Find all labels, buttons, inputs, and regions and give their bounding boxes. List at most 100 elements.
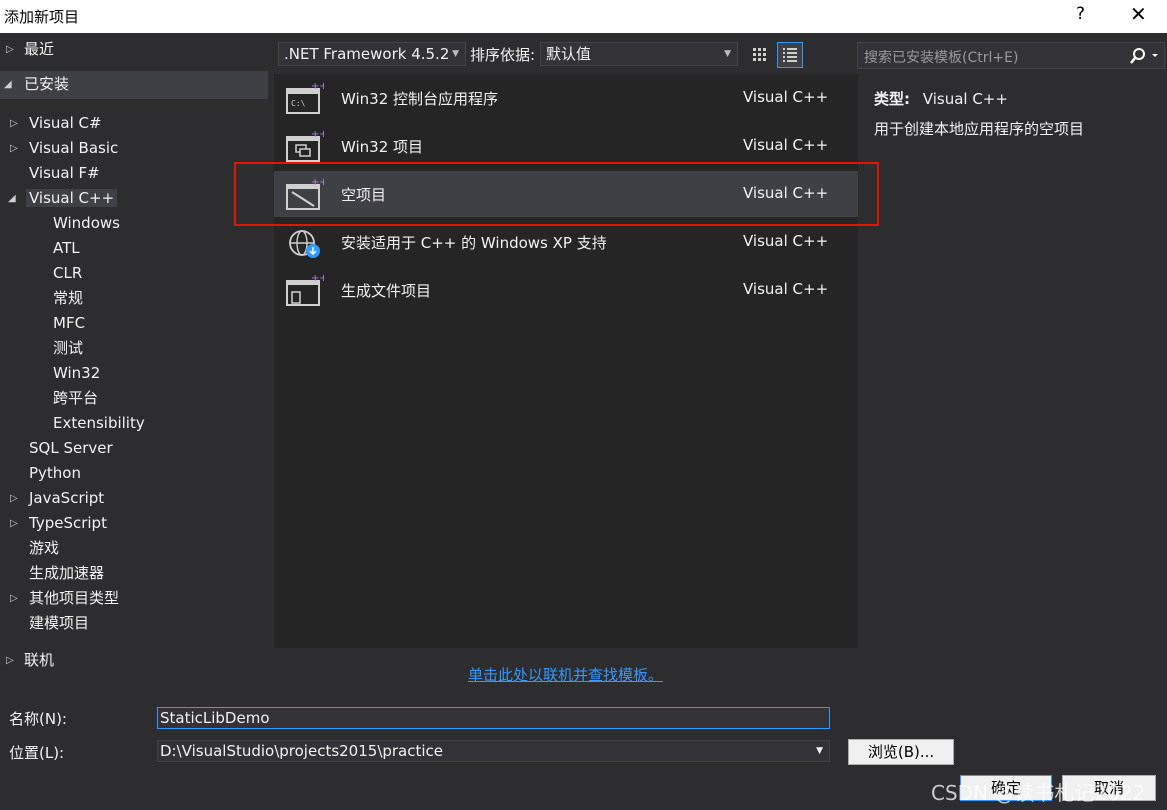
project-name-value: StaticLibDemo <box>160 709 270 727</box>
type-value: Visual C++ <box>922 90 1008 108</box>
browse-button[interactable]: 浏览(B)... <box>848 739 954 765</box>
template-row[interactable]: ++ 生成文件项目 Visual C++ <box>274 267 858 313</box>
tree-item-visual-basic[interactable]: ▷ Visual Basic <box>10 136 118 161</box>
tree-item-label: JavaScript <box>29 489 105 507</box>
grid-view-button[interactable] <box>747 42 773 68</box>
expand-arrow-icon[interactable]: ▷ <box>10 586 22 611</box>
collapse-arrow-icon[interactable]: ◢ <box>8 186 20 211</box>
framework-value: .NET Framework 4.5.2 <box>284 45 450 63</box>
category-tree: ▷ 最近 ◢ 已安装 ▷ Visual C# ▷ Visual Basic Vi… <box>0 33 268 698</box>
expand-arrow-icon[interactable]: ▷ <box>10 511 22 536</box>
find-templates-online-link[interactable]: 单击此处以联机并查找模板。 <box>468 664 663 685</box>
tree-item-typescript[interactable]: ▷ TypeScript <box>10 511 107 536</box>
template-language: Visual C++ <box>743 280 829 298</box>
tree-item-windows[interactable]: Windows <box>53 211 120 236</box>
name-label: 名称(N): <box>9 710 67 728</box>
install-xp-support-icon <box>289 230 320 258</box>
tree-item-atl[interactable]: ATL <box>53 236 80 261</box>
location-label: 位置(L): <box>9 744 65 762</box>
tree-item-clr[interactable]: CLR <box>53 261 82 286</box>
tree-item-label: ATL <box>53 239 80 257</box>
expand-arrow-icon[interactable]: ▷ <box>10 111 22 136</box>
win32-project-icon: ++ <box>286 129 324 162</box>
svg-text:++: ++ <box>311 129 324 140</box>
tree-item-javascript[interactable]: ▷ JavaScript <box>10 486 104 511</box>
tree-item-visual-cpp[interactable]: ◢ Visual C++ <box>8 186 118 211</box>
tree-item-label: Visual F# <box>29 164 100 182</box>
tree-item-cross-platform[interactable]: 跨平台 <box>53 386 98 411</box>
collapse-arrow-icon[interactable]: ◢ <box>4 72 16 97</box>
tree-item-label: CLR <box>53 264 83 282</box>
framework-dropdown[interactable]: .NET Framework 4.5.2 ▼ <box>278 42 466 66</box>
expand-arrow-icon[interactable]: ▷ <box>6 37 18 62</box>
tree-item-general[interactable]: 常规 <box>53 286 83 311</box>
search-icon[interactable] <box>1128 46 1160 66</box>
tree-item-modeling-projects[interactable]: 建模项目 <box>29 611 89 636</box>
chevron-down-icon: ▼ <box>452 49 459 59</box>
tree-installed[interactable]: ◢ 已安装 <box>4 72 69 97</box>
tree-item-label: 建模项目 <box>29 614 90 632</box>
help-button[interactable]: ? <box>1076 4 1085 24</box>
location-combobox[interactable]: D:\VisualStudio\projects2015\practice ▼ <box>157 740 830 762</box>
template-description: 用于创建本地应用程序的空项目 <box>874 120 1085 138</box>
template-name: Win32 控制台应用程序 <box>341 90 499 108</box>
chevron-down-icon[interactable]: ▼ <box>816 741 823 761</box>
tree-item-games[interactable]: 游戏 <box>29 536 59 561</box>
template-list: C:\ ++ Win32 控制台应用程序 Visual C++ ++ Win32… <box>274 74 858 648</box>
template-name: 安装适用于 C++ 的 Windows XP 支持 <box>341 234 607 252</box>
dialog-title: 添加新项目 <box>4 8 80 26</box>
tree-item-python[interactable]: Python <box>29 461 81 486</box>
template-language: Visual C++ <box>743 232 829 250</box>
tree-item-label: 测试 <box>53 339 84 357</box>
tree-item-label: Extensibility <box>53 414 145 432</box>
tree-item-extensibility[interactable]: Extensibility <box>53 411 145 436</box>
template-name: 生成文件项目 <box>341 282 432 300</box>
close-button[interactable]: ✕ <box>1130 2 1147 26</box>
sort-value: 默认值 <box>546 45 592 63</box>
watermark: CSDN @读书札记2022 <box>931 781 1146 805</box>
tree-item-label: Visual C++ <box>26 189 118 207</box>
tree-item-label: Win32 <box>53 364 101 382</box>
search-placeholder: 搜索已安装模板(Ctrl+E) <box>864 50 1019 66</box>
grid-view-icon <box>753 48 766 61</box>
tree-item-sql-server[interactable]: SQL Server <box>29 436 113 461</box>
expand-arrow-icon[interactable]: ▷ <box>10 136 22 161</box>
console-app-icon: C:\ ++ <box>286 81 324 114</box>
template-details: 类型: Visual C++ 用于创建本地应用程序的空项目 <box>874 84 1084 144</box>
tree-installed-label: 已安装 <box>24 75 70 93</box>
tree-item-other-project-types[interactable]: ▷ 其他项目类型 <box>10 586 119 611</box>
tree-item-visual-fsharp[interactable]: Visual F# <box>29 161 100 186</box>
sort-label: 排序依据: <box>470 46 536 64</box>
location-value: D:\VisualStudio\projects2015\practice <box>160 742 444 760</box>
tree-item-label: Visual Basic <box>29 139 119 157</box>
svg-text:++: ++ <box>311 273 324 284</box>
tree-item-mfc[interactable]: MFC <box>53 311 85 336</box>
project-name-input[interactable]: StaticLibDemo <box>157 707 830 729</box>
highlight-annotation-box <box>234 162 879 226</box>
template-row[interactable]: C:\ ++ Win32 控制台应用程序 Visual C++ <box>274 75 858 121</box>
tree-online[interactable]: ▷ 联机 <box>4 648 54 673</box>
tree-item-test[interactable]: 测试 <box>53 336 83 361</box>
tree-item-win32[interactable]: Win32 <box>53 361 100 386</box>
title-bar: 添加新项目 ? ✕ <box>0 0 1167 33</box>
tree-item-label: TypeScript <box>29 514 107 532</box>
tree-recent-label: 最近 <box>24 40 55 58</box>
tree-item-label: MFC <box>53 314 86 332</box>
tree-item-label: Windows <box>53 214 120 232</box>
tree-item-build-accelerator[interactable]: 生成加速器 <box>29 561 104 586</box>
tree-recent[interactable]: ▷ 最近 <box>4 37 54 62</box>
template-search-box[interactable]: 搜索已安装模板(Ctrl+E) <box>857 42 1165 69</box>
template-name: Win32 项目 <box>341 138 424 156</box>
tree-item-label: 游戏 <box>29 539 60 557</box>
expand-arrow-icon[interactable]: ▷ <box>6 648 18 673</box>
tree-item-label: 常规 <box>53 289 84 307</box>
makefile-project-icon: ++ <box>286 273 324 306</box>
tree-item-visual-csharp[interactable]: ▷ Visual C# <box>10 111 102 136</box>
expand-arrow-icon[interactable]: ▷ <box>10 486 22 511</box>
list-view-button[interactable] <box>777 42 803 68</box>
chevron-down-icon: ▼ <box>724 49 731 59</box>
template-language: Visual C++ <box>743 136 829 154</box>
tree-item-label: Visual C# <box>29 114 102 132</box>
tree-item-label: 其他项目类型 <box>29 589 120 607</box>
sort-dropdown[interactable]: 默认值 ▼ <box>540 42 738 66</box>
